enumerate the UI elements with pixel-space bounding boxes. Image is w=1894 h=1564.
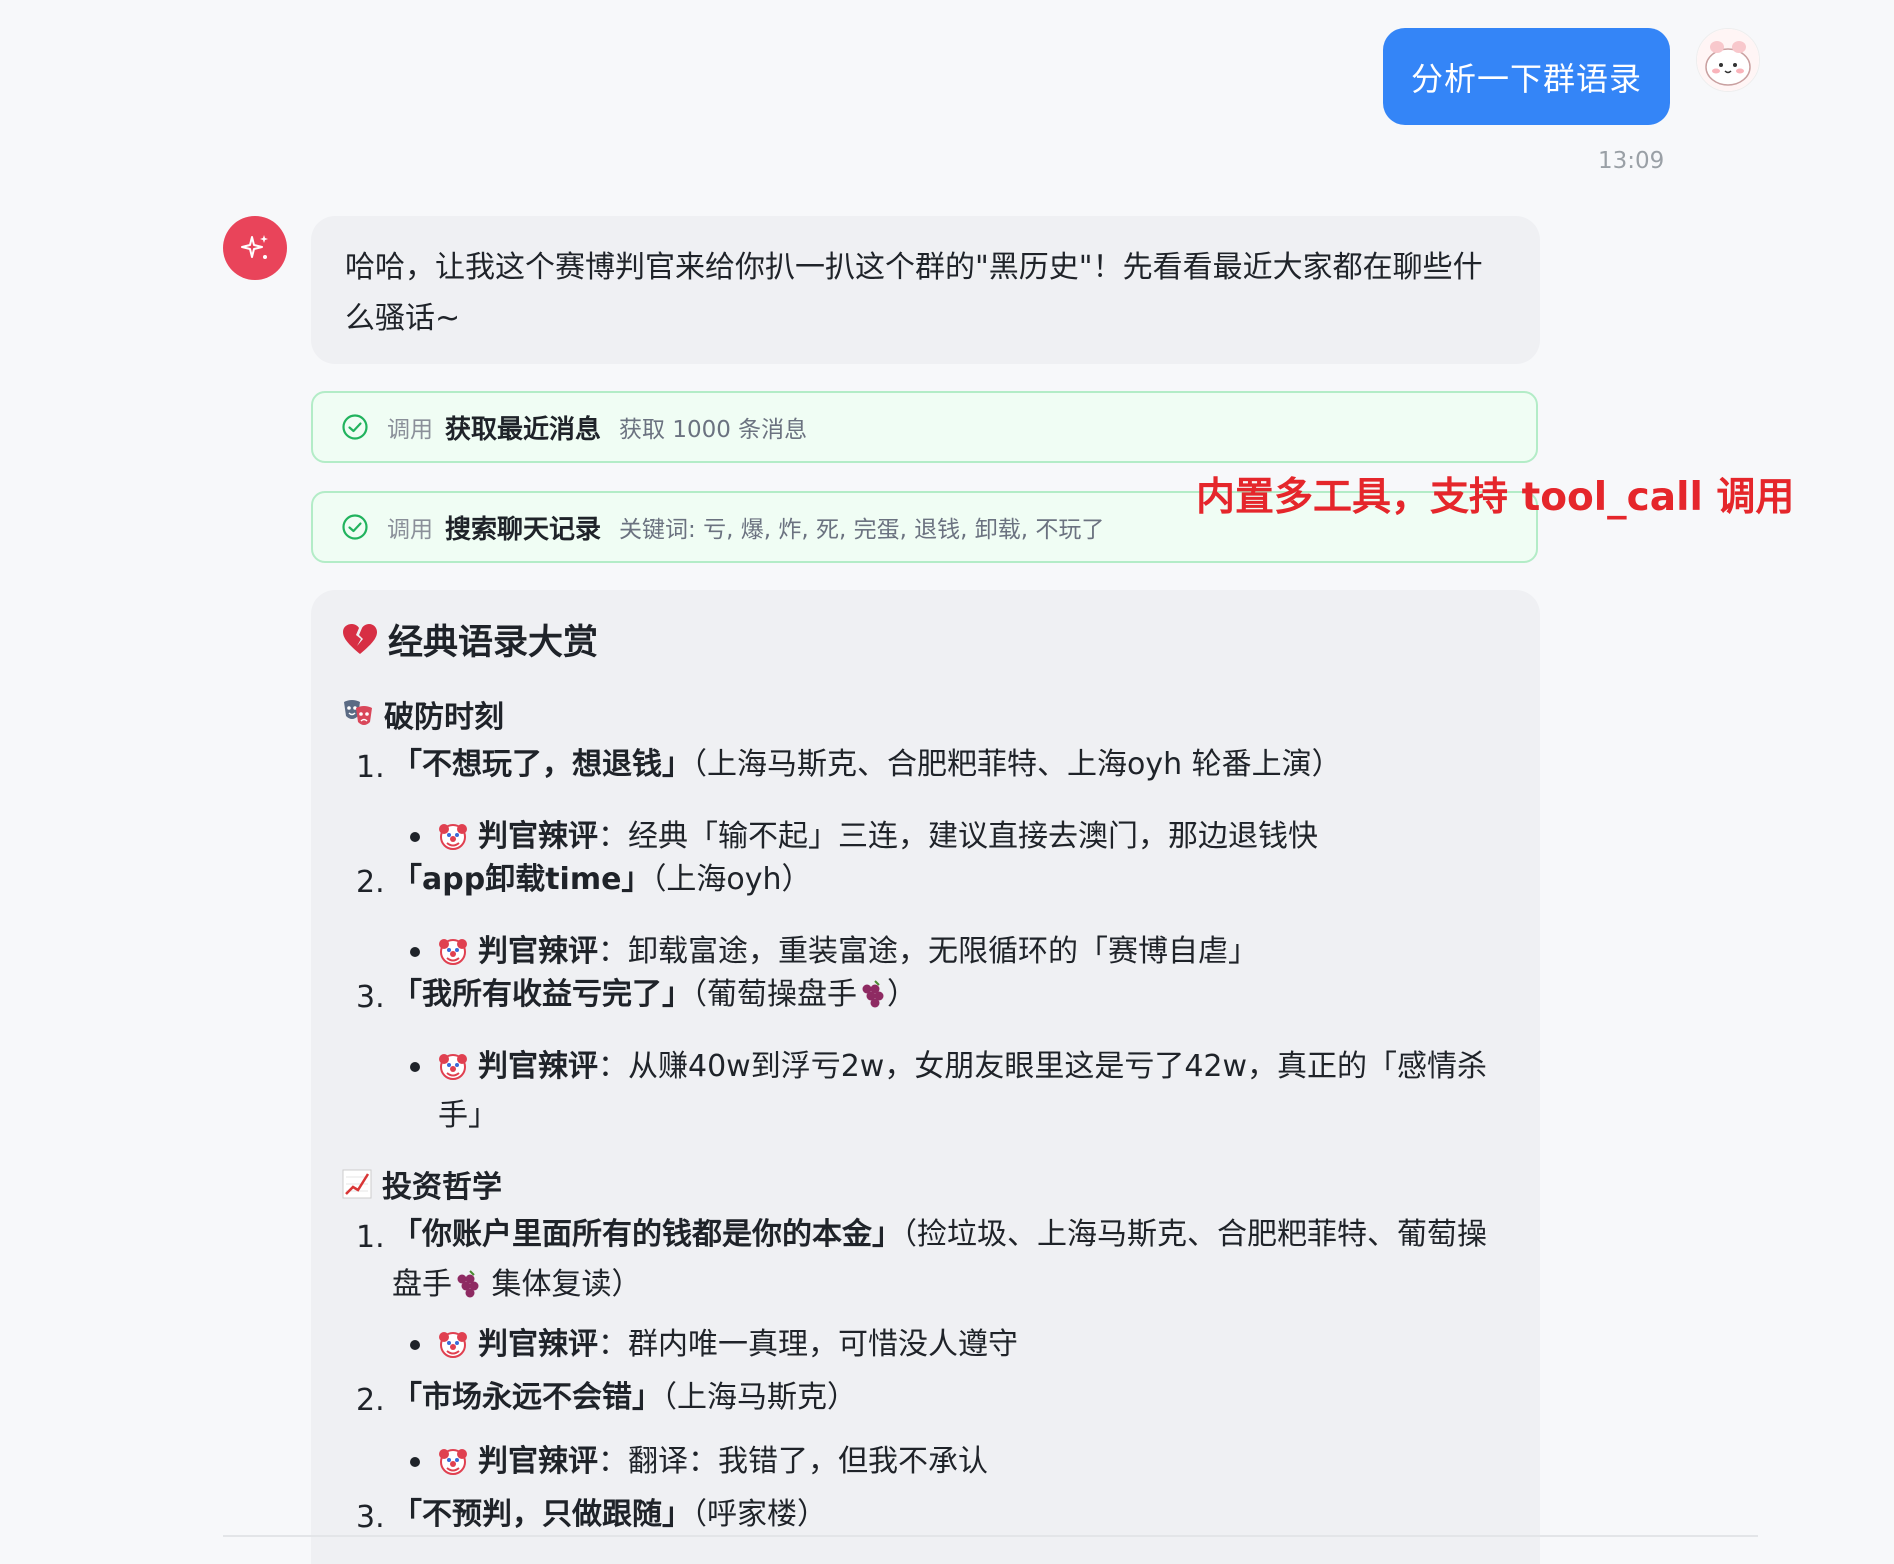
tool-call-detail: 关键词: 亏, 爆, 炸, 死, 完蛋, 退钱, 卸载, 不玩了 bbox=[619, 517, 1105, 543]
clown-face-icon bbox=[438, 1442, 468, 1475]
quote-text: 「app卸载time」 bbox=[392, 862, 652, 897]
quote-item: 「不预判，只做跟随」（呼家楼） bbox=[392, 1490, 1502, 1540]
user-message-bubble: 分析一下群语录 bbox=[1383, 28, 1670, 125]
quote-text: 「不预判，只做跟随」 bbox=[392, 1497, 692, 1532]
section-heading-text: 破防时刻 bbox=[384, 700, 504, 735]
bullet-dot bbox=[410, 1340, 420, 1350]
check-circle-icon bbox=[342, 414, 368, 440]
judge-comment: 判官辣评：翻译：我错了，但我不承认 bbox=[438, 1437, 1513, 1486]
judge-comment-text: ：经典「输不起」三连，建议直接去澳门，那边退钱快 bbox=[598, 819, 1318, 854]
list-number: 3. bbox=[356, 980, 385, 1015]
sparkles-icon bbox=[241, 235, 268, 259]
report-title: 经典语录大赏 bbox=[342, 614, 598, 665]
judge-comment-label: 判官辣评 bbox=[478, 934, 598, 969]
list-number: 2. bbox=[356, 1383, 385, 1418]
user-message-text: 分析一下群语录 bbox=[1410, 59, 1642, 98]
quote-source: （呼家楼） bbox=[692, 1497, 827, 1532]
section-heading-text: 投资哲学 bbox=[382, 1170, 502, 1205]
grapes-icon bbox=[452, 1265, 482, 1298]
section-heading: 投资哲学 bbox=[342, 1162, 502, 1206]
judge-comment: 判官辣评：经典「输不起」三连，建议直接去澳门，那边退钱快 bbox=[438, 812, 1513, 861]
list-number: 3. bbox=[356, 1500, 385, 1535]
judge-comment: 判官辣评：群内唯一真理，可惜没人遵守 bbox=[438, 1320, 1513, 1369]
quote-source-end: ） bbox=[887, 977, 917, 1012]
check-circle-icon bbox=[342, 514, 368, 540]
list-number: 2. bbox=[356, 865, 385, 900]
judge-comment-label: 判官辣评 bbox=[478, 819, 598, 854]
judge-comment-label: 判官辣评 bbox=[478, 1444, 598, 1479]
judge-comment-label: 判官辣评 bbox=[478, 1327, 598, 1362]
annotation-label: 内置多工具，支持 tool_call 调用 bbox=[1196, 475, 1795, 520]
quote-source: （上海oyh） bbox=[651, 862, 812, 897]
judge-comment: 判官辣评：卸载富途，重装富途，无限循环的「赛博自虐」 bbox=[438, 927, 1513, 976]
user-avatar[interactable] bbox=[1696, 28, 1760, 92]
quote-text: 「不想玩了，想退钱」 bbox=[392, 747, 692, 782]
grapes-icon bbox=[857, 975, 887, 1008]
tool-call-name: 获取最近消息 bbox=[445, 414, 602, 445]
judge-comment-text: ：翻译：我错了，但我不承认 bbox=[598, 1444, 988, 1479]
input-divider bbox=[223, 1535, 1758, 1537]
quote-item: 「我所有收益亏完了」（葡萄操盘手 ） bbox=[392, 970, 1502, 1020]
judge-comment-text: ：群内唯一真理，可惜没人遵守 bbox=[598, 1327, 1018, 1362]
report-title-text: 经典语录大赏 bbox=[388, 623, 599, 663]
section-heading: 破防时刻 bbox=[342, 692, 504, 736]
quote-source: （葡萄操盘手 bbox=[692, 977, 857, 1012]
quote-source: （上海马斯克、合肥粑菲特、上海oyh 轮番上演） bbox=[692, 747, 1342, 782]
chart-increasing-icon bbox=[342, 1169, 372, 1199]
clown-face-icon bbox=[438, 817, 468, 850]
quote-text: 「市场永远不会错」 bbox=[392, 1380, 662, 1415]
bullet-dot bbox=[410, 832, 420, 842]
broken-heart-icon bbox=[342, 623, 378, 656]
tool-call-prefix: 调用 bbox=[387, 417, 433, 443]
tool-call-card[interactable]: 调用 获取最近消息 获取 1000 条消息 bbox=[311, 391, 1538, 463]
bullet-dot bbox=[410, 1062, 420, 1072]
tool-call-prefix: 调用 bbox=[387, 517, 433, 543]
judge-comment-label: 判官辣评 bbox=[478, 1049, 598, 1084]
quote-item: 「app卸载time」（上海oyh） bbox=[392, 855, 1502, 905]
quote-text: 「你账户里面所有的钱都是你的本金」 bbox=[392, 1217, 902, 1252]
bullet-dot bbox=[410, 947, 420, 957]
user-avatar-icon bbox=[1697, 29, 1759, 91]
ai-intro-text: 哈哈，让我这个赛博判官来给你扒一扒这个群的"黑历史"！先看看最近大家都在聊些什么… bbox=[345, 250, 1483, 336]
message-timestamp: 13:09 bbox=[1598, 148, 1665, 174]
quote-source: （上海马斯克） bbox=[662, 1380, 857, 1415]
quote-text: 「我所有收益亏完了」 bbox=[392, 977, 692, 1012]
bullet-dot bbox=[410, 1457, 420, 1467]
quote-item: 「市场永远不会错」（上海马斯克） bbox=[392, 1373, 1502, 1423]
quote-item: 「不想玩了，想退钱」（上海马斯克、合肥粑菲特、上海oyh 轮番上演） bbox=[392, 740, 1502, 790]
list-number: 1. bbox=[356, 750, 385, 785]
performing-arts-icon bbox=[342, 698, 374, 730]
tool-call-detail: 获取 1000 条消息 bbox=[619, 417, 808, 443]
clown-face-icon bbox=[438, 1325, 468, 1358]
judge-comment-text: ：卸载富途，重装富途，无限循环的「赛博自虐」 bbox=[598, 934, 1258, 969]
list-number: 1. bbox=[356, 1220, 385, 1255]
ai-report-card: 经典语录大赏 破防时刻 1. 「不想玩了，想退钱」（上海马斯克、合肥粑菲特、上海… bbox=[311, 590, 1540, 1564]
ai-message-bubble: 哈哈，让我这个赛博判官来给你扒一扒这个群的"黑历史"！先看看最近大家都在聊些什么… bbox=[311, 216, 1540, 364]
clown-face-icon bbox=[438, 1047, 468, 1080]
quote-source-end: 集体复读） bbox=[482, 1267, 642, 1302]
quote-item: 「你账户里面所有的钱都是你的本金」（捡垃圾、上海马斯克、合肥粑菲特、葡萄操盘手 … bbox=[392, 1210, 1502, 1310]
judge-comment: 判官辣评：从赚40w到浮亏2w，女朋友眼里这是亏了42w，真正的「感情杀手」 bbox=[438, 1042, 1513, 1140]
ai-avatar bbox=[223, 216, 287, 280]
clown-face-icon bbox=[438, 932, 468, 965]
tool-call-name: 搜索聊天记录 bbox=[445, 514, 602, 545]
